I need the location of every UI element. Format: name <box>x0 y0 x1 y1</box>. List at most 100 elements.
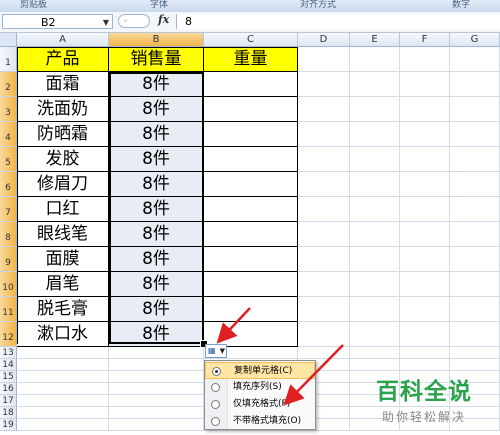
cell-d2[interactable] <box>298 72 350 97</box>
cell-a10[interactable]: 眉笔 <box>17 272 109 297</box>
cell-a18[interactable] <box>17 407 109 419</box>
cell-e5[interactable] <box>350 147 400 172</box>
column-header-f[interactable]: F <box>400 33 450 47</box>
row-header-8[interactable]: 8 <box>0 222 17 247</box>
cell-e13[interactable] <box>350 347 400 359</box>
column-header-b[interactable]: B <box>109 33 204 47</box>
cell-d11[interactable] <box>298 297 350 322</box>
cell-e6[interactable] <box>350 172 400 197</box>
cell-g14[interactable] <box>450 359 500 371</box>
cell-c5[interactable] <box>204 147 298 172</box>
cell-a19[interactable] <box>17 419 109 431</box>
cell-a4[interactable]: 防晒霜 <box>17 122 109 147</box>
cell-b13[interactable] <box>109 347 204 359</box>
cell-d3[interactable] <box>298 97 350 122</box>
cell-e12[interactable] <box>350 322 400 347</box>
cell-a17[interactable] <box>17 395 109 407</box>
row-header-4[interactable]: 4 <box>0 122 17 147</box>
row-header-1[interactable]: 1 <box>0 47 17 72</box>
cell-b11[interactable]: 8件 <box>109 297 204 322</box>
cell-c6[interactable] <box>204 172 298 197</box>
cell-c1[interactable]: 重量 <box>204 47 298 72</box>
cell-a14[interactable] <box>17 359 109 371</box>
cell-b12[interactable]: 8件 <box>109 322 204 347</box>
cell-a7[interactable]: 口红 <box>17 197 109 222</box>
cell-c10[interactable] <box>204 272 298 297</box>
cell-d6[interactable] <box>298 172 350 197</box>
cell-c7[interactable] <box>204 197 298 222</box>
cell-b3[interactable]: 8件 <box>109 97 204 122</box>
cell-g2[interactable] <box>450 72 500 97</box>
cell-f6[interactable] <box>400 172 450 197</box>
cell-d4[interactable] <box>298 122 350 147</box>
formula-input[interactable]: 8 <box>176 14 500 29</box>
cell-g8[interactable] <box>450 222 500 247</box>
cell-f3[interactable] <box>400 97 450 122</box>
row-header-18[interactable]: 18 <box>0 407 17 419</box>
row-header-2[interactable]: 2 <box>0 72 17 97</box>
row-header-11[interactable]: 11 <box>0 297 17 322</box>
row-header-6[interactable]: 6 <box>0 172 17 197</box>
row-header-15[interactable]: 15 <box>0 371 17 383</box>
cell-b19[interactable] <box>109 419 204 431</box>
name-box[interactable]: B2 ▼ <box>2 14 113 29</box>
column-header-e[interactable]: E <box>350 33 400 47</box>
cell-f10[interactable] <box>400 272 450 297</box>
cell-f12[interactable] <box>400 322 450 347</box>
row-header-9[interactable]: 9 <box>0 247 17 272</box>
cell-f8[interactable] <box>400 222 450 247</box>
cell-f5[interactable] <box>400 147 450 172</box>
row-header-7[interactable]: 7 <box>0 197 17 222</box>
cell-a11[interactable]: 脱毛膏 <box>17 297 109 322</box>
column-header-a[interactable]: A <box>17 33 109 47</box>
cell-c9[interactable] <box>204 247 298 272</box>
cell-a3[interactable]: 洗面奶 <box>17 97 109 122</box>
cell-b18[interactable] <box>109 407 204 419</box>
cell-c3[interactable] <box>204 97 298 122</box>
cell-g6[interactable] <box>450 172 500 197</box>
cell-b5[interactable]: 8件 <box>109 147 204 172</box>
cell-a16[interactable] <box>17 383 109 395</box>
menu-item-fill-without-formatting[interactable]: 不带格式填充(O) <box>205 413 315 430</box>
cell-a2[interactable]: 面霜 <box>17 72 109 97</box>
cell-g13[interactable] <box>450 347 500 359</box>
cell-b6[interactable]: 8件 <box>109 172 204 197</box>
name-box-dropdown-icon[interactable]: ▼ <box>103 15 109 30</box>
cell-g12[interactable] <box>450 322 500 347</box>
cell-e3[interactable] <box>350 97 400 122</box>
cell-g11[interactable] <box>450 297 500 322</box>
formula-scroll-oval[interactable]: ◦ <box>118 14 150 28</box>
cell-f13[interactable] <box>400 347 450 359</box>
cell-e2[interactable] <box>350 72 400 97</box>
cell-g7[interactable] <box>450 197 500 222</box>
cell-c11[interactable] <box>204 297 298 322</box>
cell-f2[interactable] <box>400 72 450 97</box>
cell-a12[interactable]: 漱口水 <box>17 322 109 347</box>
cell-b7[interactable]: 8件 <box>109 197 204 222</box>
row-header-14[interactable]: 14 <box>0 359 17 371</box>
cell-f1[interactable] <box>400 47 450 72</box>
cell-c2[interactable] <box>204 72 298 97</box>
cell-g1[interactable] <box>450 47 500 72</box>
cell-a1[interactable]: 产品 <box>17 47 109 72</box>
row-header-19[interactable]: 19 <box>0 419 17 431</box>
cell-e11[interactable] <box>350 297 400 322</box>
cell-d1[interactable] <box>298 47 350 72</box>
cell-e8[interactable] <box>350 222 400 247</box>
cell-f7[interactable] <box>400 197 450 222</box>
row-header-13[interactable]: 13 <box>0 347 17 359</box>
cell-e14[interactable] <box>350 359 400 371</box>
cell-g10[interactable] <box>450 272 500 297</box>
cell-d10[interactable] <box>298 272 350 297</box>
cell-g3[interactable] <box>450 97 500 122</box>
cell-g5[interactable] <box>450 147 500 172</box>
menu-item-fill-formatting-only[interactable]: 仅填充格式(F) <box>205 396 315 413</box>
cell-d13[interactable] <box>298 347 350 359</box>
cell-g9[interactable] <box>450 247 500 272</box>
cell-f4[interactable] <box>400 122 450 147</box>
menu-item-copy-cells[interactable]: 复制单元格(C) <box>205 362 315 379</box>
cell-b14[interactable] <box>109 359 204 371</box>
cell-b2[interactable]: 8件 <box>109 72 204 97</box>
select-all-corner[interactable] <box>0 33 17 47</box>
row-header-12[interactable]: 12 <box>0 322 17 347</box>
